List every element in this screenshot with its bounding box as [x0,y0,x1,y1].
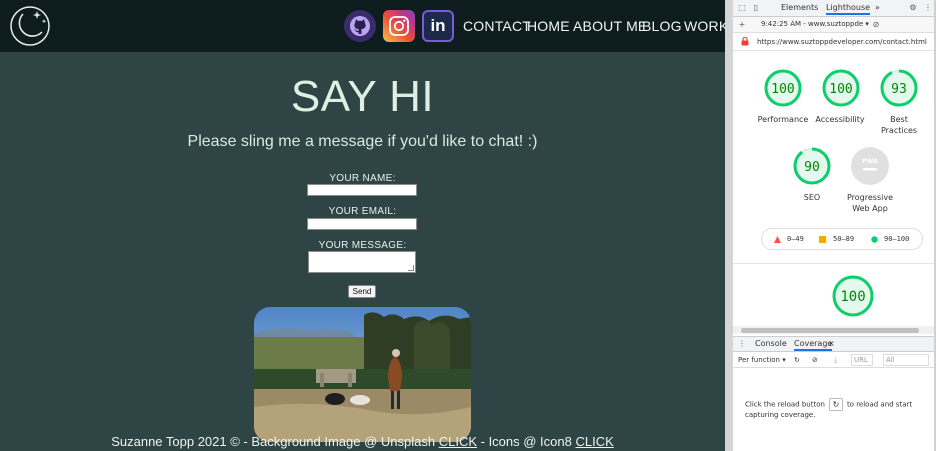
gauge-label-best-practices: Best Practices [880,115,918,135]
gauge-value-large: 100 [840,289,865,305]
average-square-icon [819,236,826,243]
devtools-panel: ⬚ ▯ Elements Lighthouse » ⚙ ⋮ + 9:42:25 … [733,0,936,451]
drawer-tab-bar: ⋮ Console Coverage × [733,336,936,352]
fail-triangle-icon [774,236,781,243]
nav-blog[interactable]: BLOG [642,18,682,34]
footer-text-icons: - Icons @ Icon8 [477,434,576,449]
instagram-icon [389,16,409,36]
page-subtitle: Please sling me a message if you'd like … [187,133,538,150]
drawer-menu-icon[interactable]: ⋮ [737,339,747,349]
tab-console[interactable]: Console [755,339,787,348]
nav-about-me[interactable]: ABOUT ME [573,18,647,34]
icon8-click-link[interactable]: CLICK [575,434,613,449]
github-icon [350,16,370,36]
nav-contact[interactable]: CONTACT [463,18,531,34]
type-filter-select[interactable]: All [883,354,929,366]
legend-fail: 0–49 [787,235,804,243]
gauge-label-pwa: Progressive Web App [846,193,894,213]
score-gauges: 100 100 93 90 PWA 100 [764,69,918,317]
gauge-value-performance: 100 [771,82,794,97]
close-coverage-icon[interactable]: × [828,339,835,348]
nav-home[interactable]: HOME [527,18,570,34]
reload-icon[interactable]: ↻ [794,356,800,364]
send-button[interactable]: Send [348,285,376,298]
walking-dogs-photo [254,307,471,442]
devtools-resizer[interactable] [725,0,733,451]
unsplash-click-link[interactable]: CLICK [439,434,477,449]
pass-circle-icon [871,236,878,243]
per-function-select[interactable]: Per function ▾ [738,356,786,364]
legend-pass: 90–100 [884,235,910,243]
gauge-value-accessibility: 100 [829,82,852,97]
scrollbar-thumb[interactable] [741,328,919,333]
gauge-value-best-practices: 93 [891,82,907,97]
gauge-value-seo: 90 [804,160,820,175]
pwa-dash-mark [863,168,877,171]
gauge-pwa[interactable]: PWA [851,147,889,185]
linkedin-icon: in [430,16,446,35]
footer-text: Suzanne Topp 2021 © - Background Image @… [111,434,439,449]
gauge-performance-large[interactable]: 100 [832,275,874,317]
gauge-accessibility[interactable]: 100 [822,69,860,107]
coverage-toolbar: Per function ▾ ↻ ⊘ ⤓ URL All [733,352,936,368]
coverage-empty-message: Click the reload button ↻ to reload and st… [745,398,913,419]
gauge-label-seo: SEO [803,193,821,202]
gauge-seo[interactable]: 90 [793,147,831,185]
gauge-label-accessibility: Accessibility [815,115,865,124]
website-viewport: in CONTACT HOME ABOUT ME BLOG WORK SAY H… [0,0,728,451]
message-label: YOUR MESSAGE: [318,240,407,251]
nav-work[interactable]: WORK [684,18,728,34]
export-icon[interactable]: ⤓ [834,356,837,365]
message-textarea[interactable] [308,251,416,273]
name-label: YOUR NAME: [329,173,396,184]
github-link-icon[interactable] [344,10,376,42]
name-field[interactable] [307,184,417,196]
site-footer: Suzanne Topp 2021 © - Background Image @… [0,434,725,449]
linkedin-link-icon[interactable]: in [422,10,454,42]
pwa-badge-icon [851,147,889,185]
instagram-link-icon[interactable] [383,10,415,42]
tab-coverage[interactable]: Coverage [794,339,833,351]
gauge-value-pwa: PWA [862,158,878,165]
gauge-best-practices[interactable]: 93 [880,69,918,107]
moon-stars-logo-icon[interactable] [9,5,51,47]
score-legend: 0–49 50–89 90–100 [761,228,923,250]
page-title: SAY HI [290,72,435,121]
gauge-label-performance: Performance [757,115,809,124]
url-filter-input[interactable]: URL [851,354,873,366]
site-header: in CONTACT HOME ABOUT ME BLOG WORK [0,0,728,52]
legend-average: 50–89 [833,235,855,243]
section-divider [733,263,936,264]
horizontal-scrollbar[interactable] [733,326,936,334]
email-field[interactable] [307,218,417,230]
email-label: YOUR EMAIL: [328,206,397,217]
clear-icon[interactable]: ⊘ [812,356,818,364]
gauge-performance[interactable]: 100 [764,69,802,107]
inline-reload-button[interactable]: ↻ [828,398,843,411]
